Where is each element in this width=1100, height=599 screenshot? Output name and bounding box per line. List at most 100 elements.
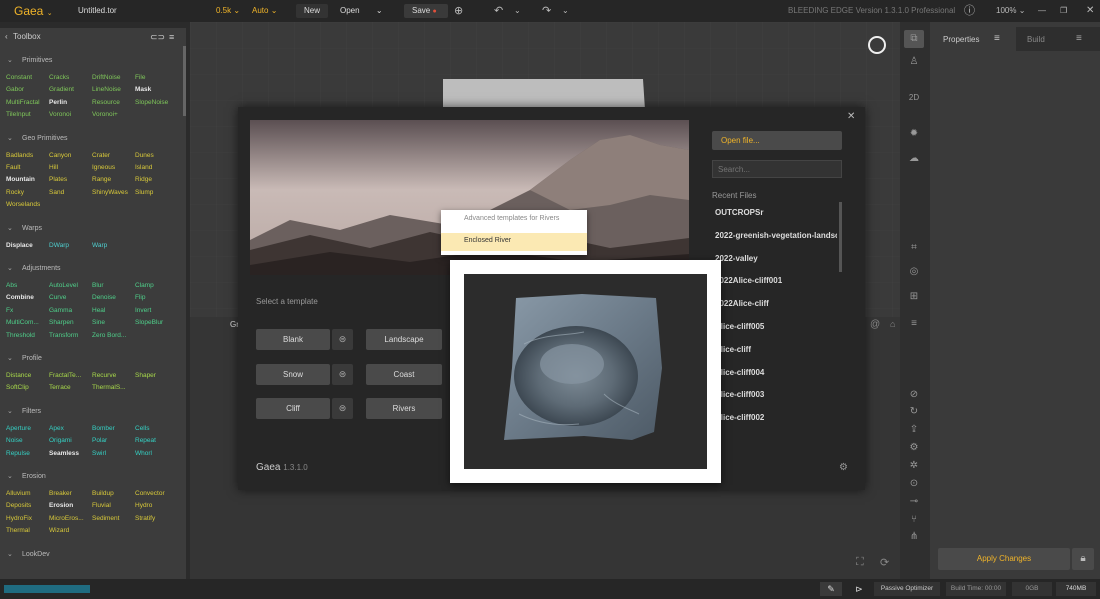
tool-thermal[interactable]: Thermal (6, 526, 48, 536)
tab-build[interactable]: Build ≡ (1016, 27, 1100, 51)
apply-changes-button[interactable]: Apply Changes (938, 548, 1070, 570)
tool-shinywaves[interactable]: ShinyWaves (92, 188, 134, 198)
tool-clamp[interactable]: Clamp (135, 281, 177, 291)
cloud-icon[interactable]: ☁ (904, 153, 924, 164)
menu-icon[interactable]: ≡ (994, 33, 1000, 44)
tool-crater[interactable]: Crater (92, 151, 134, 161)
category-geo-primitives[interactable]: ⌄ Geo Primitives (0, 132, 180, 146)
tool-multifractal[interactable]: MultiFractal (6, 98, 48, 108)
tool-flip[interactable]: Flip (135, 293, 177, 303)
template-snow-button[interactable]: Snow (256, 364, 330, 385)
tool-blur[interactable]: Blur (92, 281, 134, 291)
tool-voronoi-[interactable]: Voronoi+ (92, 110, 134, 120)
tool-threshold[interactable]: Threshold (6, 331, 48, 341)
tool-breaker[interactable]: Breaker (49, 489, 91, 499)
tool-autolevel[interactable]: AutoLevel (49, 281, 91, 291)
tool-combine[interactable]: Combine (6, 293, 48, 303)
category-lookdev[interactable]: ⌄ LookDev (0, 548, 180, 562)
tool-heal[interactable]: Heal (92, 306, 134, 316)
template-cliff-button[interactable]: Cliff (256, 398, 330, 419)
tool-thermals-[interactable]: ThermalS... (92, 383, 134, 393)
tool-fractalte-[interactable]: FractalTe... (49, 371, 91, 381)
export-icon[interactable]: ⇪ (904, 424, 924, 435)
tool-hill[interactable]: Hill (49, 163, 91, 173)
tool-transform[interactable]: Transform (49, 331, 91, 341)
toggle-icon[interactable]: ⊂⊃ (150, 28, 165, 46)
tool-worselands[interactable]: Worselands (6, 200, 48, 210)
tool-slump[interactable]: Slump (135, 188, 177, 198)
recent-file-item[interactable]: Alice-cliff (715, 343, 837, 357)
tool-rocky[interactable]: Rocky (6, 188, 48, 198)
minimize-icon[interactable]: — (1038, 0, 1046, 22)
tool-mountain[interactable]: Mountain (6, 175, 48, 185)
passive-optimizer-button[interactable]: Passive Optimizer (874, 582, 940, 596)
category-filters[interactable]: ⌄ Filters (0, 405, 180, 419)
tool-fault[interactable]: Fault (6, 163, 48, 173)
tool-linenoise[interactable]: LineNoise (92, 85, 134, 95)
tool-zero-bord-[interactable]: Zero Bord... (92, 331, 134, 341)
tool-warp[interactable]: Warp (92, 241, 134, 251)
tool-displace[interactable]: Displace (6, 241, 48, 251)
tool-erosion[interactable]: Erosion (49, 501, 91, 511)
tool-distance[interactable]: Distance (6, 371, 48, 381)
fit-icon[interactable]: ⛶ (856, 556, 864, 569)
home-icon[interactable]: ⌂ (890, 319, 895, 329)
tool-shaper[interactable]: Shaper (135, 371, 177, 381)
tool-recurve[interactable]: Recurve (92, 371, 134, 381)
save-button[interactable]: Save ● (404, 4, 448, 18)
disable-icon[interactable]: ⊘ (904, 389, 924, 400)
recent-scrollbar[interactable] (839, 202, 842, 272)
recent-file-item[interactable]: Alice-cliff002 (715, 411, 837, 425)
tool-sediment[interactable]: Sediment (92, 514, 134, 524)
tool-multicom-[interactable]: MultiCom... (6, 318, 48, 328)
tool-constant[interactable]: Constant (6, 73, 48, 83)
tool-denoise[interactable]: Denoise (92, 293, 134, 303)
cycle-icon[interactable]: ↻ (904, 406, 924, 417)
tool-bomber[interactable]: Bomber (92, 424, 134, 434)
nodes-icon[interactable]: ⧉ (904, 30, 924, 48)
open-button[interactable]: Open ⌄ (340, 0, 383, 22)
tool-invert[interactable]: Invert (135, 306, 177, 316)
help-icon[interactable]: ⓘ (964, 0, 975, 22)
lock-icon[interactable]: 🔒︎ (1072, 548, 1094, 570)
tool-seamless[interactable]: Seamless (49, 449, 91, 459)
collapse-chevron-icon[interactable]: ‹ (5, 28, 8, 46)
category-adjustments[interactable]: ⌄ Adjustments (0, 262, 180, 276)
chevron-down-icon[interactable]: ⌄ (562, 0, 569, 22)
tool-file[interactable]: File (135, 73, 177, 83)
tool-perlin[interactable]: Perlin (49, 98, 91, 108)
search-input[interactable] (712, 160, 842, 178)
category-profile[interactable]: ⌄ Profile (0, 352, 180, 366)
template-blank-button[interactable]: Blank (256, 329, 330, 350)
tool-gabor[interactable]: Gabor (6, 85, 48, 95)
tool-microeros-[interactable]: MicroEros... (49, 514, 91, 524)
template-landscape-button[interactable]: Landscape (366, 329, 442, 350)
templates-dropdown-icon[interactable]: ⊜ (332, 364, 353, 385)
link-icon[interactable]: ⊙ (904, 478, 924, 489)
tool-hydrofix[interactable]: HydroFix (6, 514, 48, 524)
menu-icon[interactable]: ≡ (169, 28, 174, 46)
redo-icon[interactable]: ↷ (542, 0, 551, 22)
template-coast-button[interactable]: Coast (366, 364, 442, 385)
tool-whorl[interactable]: Whorl (135, 449, 177, 459)
recent-file-item[interactable]: Alice-cliff005 (715, 320, 837, 334)
tool-gamma[interactable]: Gamma (49, 306, 91, 316)
recent-file-item[interactable]: Alice-cliff003 (715, 388, 837, 402)
tool-apex[interactable]: Apex (49, 424, 91, 434)
settings-icon[interactable]: ⚙ (839, 462, 848, 473)
tool-cells[interactable]: Cells (135, 424, 177, 434)
tool-curve[interactable]: Curve (49, 293, 91, 303)
compass-icon[interactable]: ◎ (904, 266, 924, 277)
add-icon[interactable]: ⊕ (454, 0, 463, 22)
tool-repeat[interactable]: Repeat (135, 436, 177, 446)
new-button[interactable]: New (296, 4, 329, 18)
tool-stratify[interactable]: Stratify (135, 514, 177, 524)
branch-icon[interactable]: ⑂ (904, 514, 924, 525)
resolution-select[interactable]: 0.5k ⌄ (216, 0, 240, 22)
tool-buildup[interactable]: Buildup (92, 489, 134, 499)
settings-icon[interactable]: ⚙ (904, 442, 924, 453)
category-warps[interactable]: ⌄ Warps (0, 222, 180, 236)
menu-icon[interactable]: ≡ (904, 318, 924, 329)
tool-ridge[interactable]: Ridge (135, 175, 177, 185)
tool-polar[interactable]: Polar (92, 436, 134, 446)
